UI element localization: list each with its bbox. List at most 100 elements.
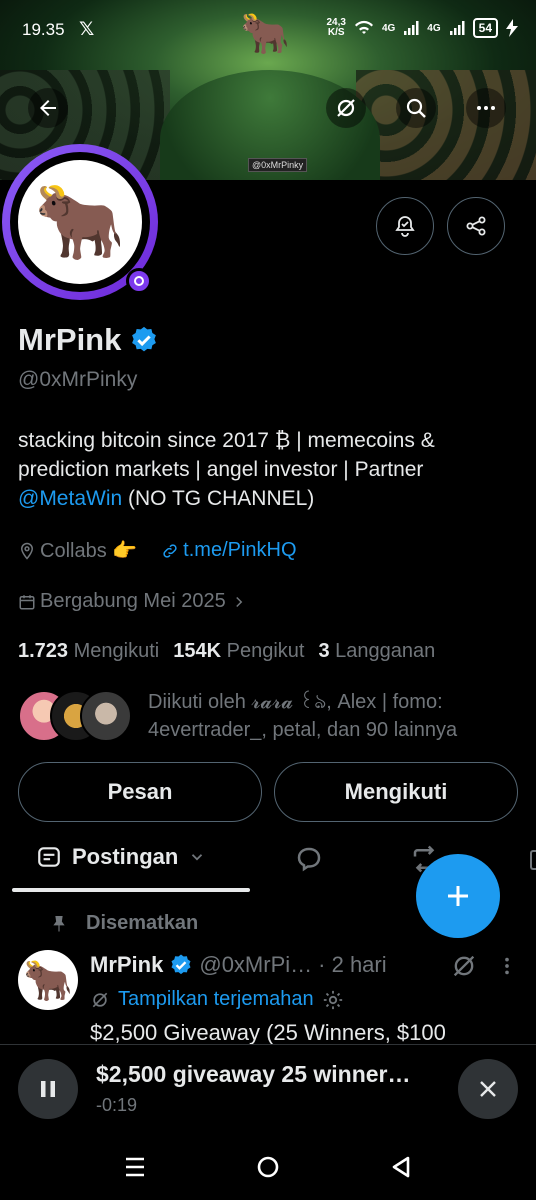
subs-label: Langganan — [335, 640, 436, 662]
signal-icon-2 — [449, 21, 465, 35]
pinned-label: Disematkan — [86, 912, 199, 934]
bio-line-3: @MetaWin (NO TG CHANNEL) — [18, 484, 518, 513]
location-text: Collabs 👉 — [40, 540, 138, 562]
active-tab-indicator — [12, 888, 250, 892]
follower-avatar-3 — [80, 690, 132, 742]
message-button[interactable]: Pesan — [18, 762, 262, 822]
translate-grok-icon — [92, 992, 108, 1007]
followed-by-line-1: Diikuti oleh 𝓻𝓪𝓻𝓪 ꒰ঌ, Alex | fomo: — [148, 691, 443, 713]
arrow-left-icon — [40, 100, 56, 116]
post-author-name[interactable]: MrPink — [90, 952, 163, 978]
post-text: $2,500 Giveaway (25 Winners, $100 — [90, 1020, 446, 1045]
bull-avatar-image: 🐂 — [18, 160, 142, 284]
pin-icon — [53, 915, 65, 931]
home-circle-icon — [257, 1156, 279, 1178]
subscriptions-stat[interactable]: 3 Langganan — [318, 640, 435, 663]
share-icon — [466, 216, 486, 236]
player-time: -0:19 — [96, 1095, 138, 1115]
tab-posts-label: Postingan — [72, 844, 179, 869]
search-icon — [406, 98, 426, 118]
share-button[interactable] — [447, 197, 505, 255]
pause-icon — [41, 1081, 55, 1097]
chevron-right-icon — [235, 596, 243, 607]
profile-bio: stacking bitcoin since 2017 ₿ | memecoin… — [18, 426, 518, 513]
status-bar: 19.35 𝕏 24,3 K/S 4G 4G 54 — [0, 0, 536, 60]
system-back-button[interactable] — [386, 1152, 416, 1182]
tab-replies-icon[interactable] — [294, 844, 324, 874]
post-time: · 2 hari — [318, 952, 387, 977]
subs-count: 3 — [318, 640, 330, 662]
pause-button[interactable] — [18, 1059, 78, 1119]
battery-indicator: 54 — [472, 18, 498, 38]
post-grok-icon[interactable] — [450, 952, 478, 980]
player-title: $2,500 giveaway 25 winner… — [96, 1061, 411, 1087]
signal-label-1: 4G — [381, 22, 396, 34]
followed-by-avatars[interactable] — [18, 690, 134, 742]
translate-link[interactable]: Tampilkan terjemahan — [90, 988, 344, 1011]
banner-crowd-right — [356, 70, 536, 180]
followers-stat[interactable]: 154K Pengikut — [173, 640, 304, 663]
bio-line-2: prediction markets | angel investor | Pa… — [18, 458, 424, 481]
net-speed-unit: K/S — [327, 27, 345, 38]
calendar-icon — [19, 594, 35, 609]
system-nav-bar — [0, 1134, 536, 1200]
compose-fab-button[interactable] — [416, 854, 500, 938]
following-button[interactable]: Mengikuti — [274, 762, 518, 822]
triangle-back-icon — [392, 1156, 410, 1178]
joined-date: Bergabung Mei 2025 — [40, 590, 226, 612]
joined-row[interactable]: Bergabung Mei 2025 — [18, 590, 248, 613]
net-speed: 24,3 K/S — [326, 18, 345, 38]
profile-stats: 1.723 Mengikuti 154K Pengikut 3 Langgana… — [18, 640, 435, 663]
signal-icon — [404, 21, 419, 35]
following-count: 1.723 — [18, 640, 69, 662]
close-icon — [480, 1081, 496, 1097]
post-author-avatar[interactable]: 🐂 — [18, 950, 78, 1010]
followed-by-text[interactable]: Diikuti oleh 𝓻𝓪𝓻𝓪 ꒰ঌ, Alex | fomo: 4ever… — [148, 688, 528, 744]
charging-icon — [506, 19, 518, 37]
verified-badge-icon — [171, 954, 191, 975]
post-header: MrPink @0xMrPi… · 2 hari — [90, 952, 387, 978]
notifications-button[interactable] — [376, 197, 434, 255]
search-button[interactable] — [396, 88, 436, 128]
home-button[interactable] — [253, 1152, 283, 1182]
wifi-icon — [354, 20, 373, 34]
followed-by-line-2: 4evertrader_, petal, dan 90 lainnya — [148, 719, 458, 741]
verified-badge-icon[interactable] — [129, 325, 159, 355]
plus-icon — [448, 886, 468, 906]
signal-label-2: 4G — [427, 22, 441, 34]
grok-button[interactable] — [326, 88, 366, 128]
bell-check-icon — [395, 216, 415, 237]
profile-name: MrPink — [18, 322, 159, 358]
profile-handle: @0xMrPinky — [18, 368, 138, 391]
status-icons: 24,3 K/S 4G 4G 54 — [326, 18, 518, 38]
media-player-bar[interactable]: $2,500 giveaway 25 winner… -0:19 — [0, 1044, 536, 1134]
translate-label: Tampilkan terjemahan — [118, 988, 314, 1010]
grok-icon — [337, 99, 355, 117]
settings-gear-icon[interactable] — [322, 989, 344, 1011]
metawin-mention-link[interactable]: @MetaWin — [18, 487, 122, 510]
banner-sign: @0xMrPinky — [248, 158, 308, 172]
bio-tail: (NO TG CHANNEL) — [122, 487, 315, 510]
link-icon — [163, 543, 177, 558]
post-more-icon[interactable] — [496, 954, 518, 978]
chevron-down-icon — [192, 854, 203, 861]
menu-lines-icon — [126, 1157, 144, 1177]
recents-button[interactable] — [120, 1152, 150, 1182]
posts-tab-icon — [38, 847, 60, 867]
following-stat[interactable]: 1.723 Mengikuti — [18, 640, 159, 663]
location-pin-icon — [20, 542, 34, 560]
subscription-badge-icon — [126, 268, 152, 294]
more-button[interactable] — [466, 88, 506, 128]
profile-meta-row: Collabs 👉 t.me/PinkHQ — [18, 538, 297, 563]
post-author-handle: @0xMrPi… — [199, 952, 313, 977]
following-label: Mengikuti — [73, 640, 160, 662]
tab-overflow-icon[interactable] — [530, 850, 536, 870]
more-horizontal-icon — [477, 106, 495, 110]
back-button[interactable] — [28, 88, 68, 128]
status-time: 19.35 — [22, 20, 65, 39]
tab-posts[interactable]: Postingan — [36, 844, 206, 870]
close-player-button[interactable] — [458, 1059, 518, 1119]
profile-website-link[interactable]: t.me/PinkHQ — [183, 539, 296, 562]
followers-count: 154K — [173, 640, 222, 662]
display-name: MrPink — [18, 322, 122, 357]
